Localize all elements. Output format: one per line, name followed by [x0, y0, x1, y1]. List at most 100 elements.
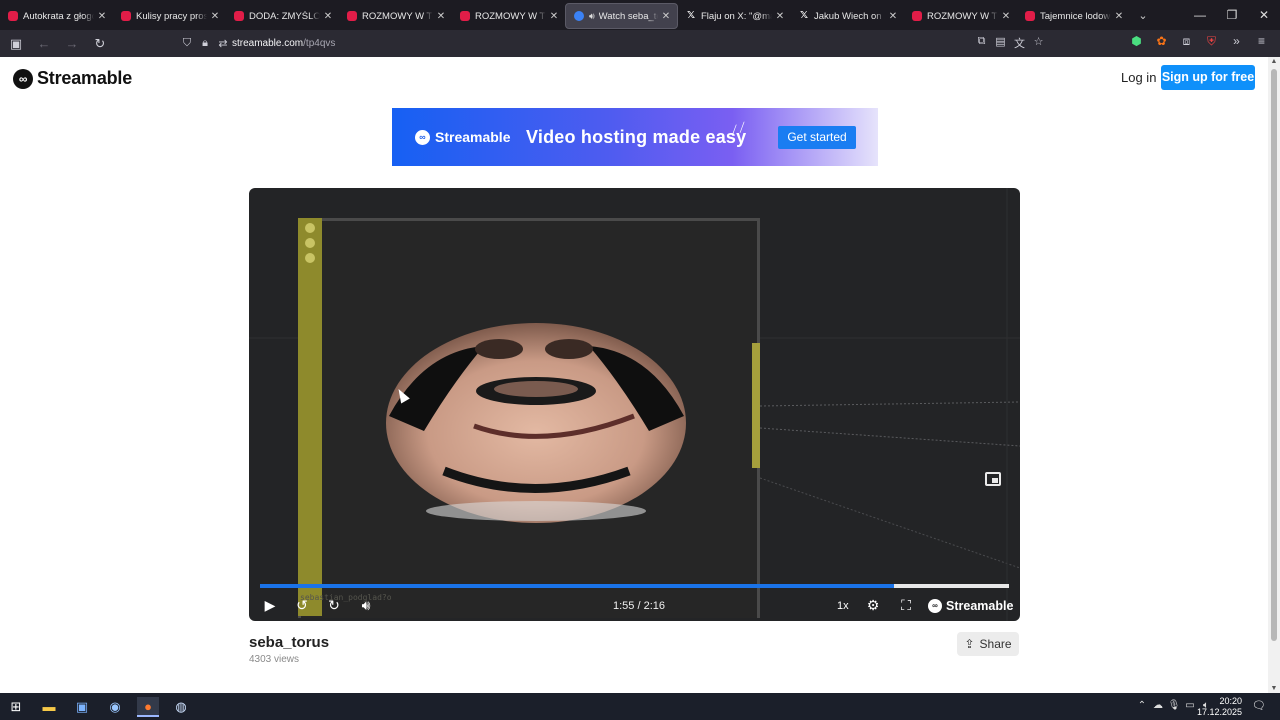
youtube-icon [1025, 11, 1035, 21]
scroll-up-icon[interactable]: ▲ [1268, 58, 1280, 65]
browser-tab[interactable]: 𝕏 Jakub Wiech on X: "Z✕ [791, 3, 904, 29]
settings-gear-icon[interactable]: ⚙ [863, 597, 883, 614]
tab-close-icon[interactable]: ✕ [323, 11, 333, 22]
tray-chevron-icon[interactable]: ⌃ [1134, 700, 1150, 711]
address-bar-actions: ⧉ ▤ 文 ☆ [972, 35, 1048, 51]
tab-close-icon[interactable]: ✕ [1114, 11, 1124, 22]
rewind-10-icon[interactable]: ↺ [292, 597, 312, 614]
player-brand-text: Streamable [946, 599, 1014, 613]
system-clock[interactable]: 20:20 17.12.2025 [1197, 696, 1242, 718]
page-scrollbar[interactable]: ▲ ▼ [1268, 57, 1280, 693]
clock-time: 20:20 [1219, 696, 1242, 706]
browser-tab[interactable]: DODA: ZMYŚLONE Z✕ [226, 3, 339, 29]
ublock-icon[interactable]: ⛨ [1199, 34, 1224, 49]
browser-tab[interactable]: 𝕏 Flaju on X: "@mamic✕ [678, 3, 791, 29]
share-icon: ⇪ [964, 637, 975, 651]
youtube-icon [8, 11, 18, 21]
tab-close-icon[interactable]: ✕ [888, 11, 898, 22]
ad-banner[interactable]: ∞ Streamable Video hosting made easy ⟋⟋ … [392, 108, 878, 166]
minimize-icon[interactable]: — [1184, 0, 1216, 30]
browser-tab[interactable]: 🔊︎Watch seba_torus✕ [565, 3, 678, 29]
firefox-icon[interactable]: ● [137, 697, 159, 717]
progress-bar[interactable] [260, 584, 1009, 588]
forward-10-icon[interactable]: ↻ [324, 597, 344, 614]
tab-audio-icon[interactable]: 🔊︎ [589, 11, 595, 22]
tab-label: Flaju on X: "@mamic [701, 10, 772, 22]
browser-tab[interactable]: ROZMOWY W TOKU✕ [339, 3, 452, 29]
browser-tab[interactable]: Autokrata z głogowski✕ [0, 3, 113, 29]
restore-icon[interactable]: ❐ [1216, 0, 1248, 30]
tab-label: Jakub Wiech on X: "Z [814, 10, 885, 22]
lock-icon[interactable]: 🔒︎ [196, 37, 214, 50]
tab-label: ROZMOWY W TOKU [475, 10, 546, 22]
video-player[interactable]: sebastian_podglad?o ▶ ↺ ↻ 🔊︎ 1:55 / 2:16… [249, 188, 1020, 621]
browser-tab[interactable]: ROZMOWY W TOKU✕ [452, 3, 565, 29]
picture-in-picture-icon[interactable] [985, 472, 1001, 486]
notification-icon[interactable]: 🗨︎ [1252, 699, 1266, 712]
pip-toggle-icon[interactable]: ⧉ [972, 35, 991, 51]
tab-close-icon[interactable]: ✕ [549, 11, 559, 22]
tab-close-icon[interactable]: ✕ [436, 11, 446, 22]
control-panel-icon[interactable]: ▣ [71, 697, 93, 717]
reader-view-icon[interactable]: ▤ [991, 35, 1010, 51]
app-icon[interactable]: ◍ [170, 697, 192, 717]
editor-side-toolbar [298, 218, 322, 616]
tab-close-icon[interactable]: ✕ [210, 11, 220, 22]
back-icon[interactable]: ← [32, 34, 56, 54]
tab-close-icon[interactable]: ✕ [661, 11, 671, 22]
login-link[interactable]: Log in [1121, 70, 1156, 85]
browser-tab[interactable]: Tajemnice lodowca✕ [1017, 3, 1130, 29]
clock-date: 17.12.2025 [1196, 707, 1242, 717]
windows-taskbar: ⊞ ▬ ▣ ◉ ● ◍ ⌃ ☁ 🎙︎ ▭ 🔈︎ 20:20 17.12.2025… [0, 693, 1280, 720]
x-icon: 𝕏 [686, 10, 696, 21]
file-explorer-icon[interactable]: ▬ [38, 697, 60, 717]
reload-icon[interactable]: ↻ [88, 34, 112, 54]
signup-button[interactable]: Sign up for free [1161, 65, 1255, 90]
browser-tab[interactable]: ROZMOWY W TOKU✕ [904, 3, 1017, 29]
windows-start-icon[interactable]: ⊞ [5, 697, 27, 717]
scroll-down-icon[interactable]: ▼ [1268, 685, 1280, 692]
banner-logo: ∞ Streamable [415, 129, 510, 145]
share-button[interactable]: ⇪ Share [957, 632, 1019, 656]
play-icon[interactable]: ▶ [260, 597, 280, 614]
banner-logo-icon: ∞ [415, 129, 430, 145]
share-label: Share [979, 637, 1012, 651]
editor-right-bar [752, 343, 760, 468]
cloud-icon[interactable]: ☁ [1150, 700, 1166, 711]
view-count: 4303 views [249, 654, 300, 665]
vpn-extension-icon[interactable]: ⬢ [1124, 34, 1149, 49]
translate-icon[interactable]: 文 [1010, 35, 1029, 51]
sidebar-toggle-icon[interactable]: ▣ [4, 34, 28, 54]
scrollbar-thumb[interactable] [1271, 69, 1277, 641]
extensions-puzzle-icon[interactable]: ⧈ [1174, 34, 1199, 49]
tab-close-icon[interactable]: ✕ [97, 11, 107, 22]
toolbar-tool-icon [305, 253, 315, 263]
close-window-icon[interactable]: ✕ [1248, 0, 1280, 30]
network-icon[interactable]: ▭ [1182, 700, 1198, 711]
toolbar-tool-icon [305, 223, 315, 233]
fullscreen-icon[interactable]: ⛶ [896, 597, 916, 614]
menu-icon[interactable]: ≡ [1249, 34, 1274, 49]
microphone-icon[interactable]: 🎙︎ [1166, 700, 1182, 711]
player-brand-link[interactable]: ∞ Streamable [928, 599, 1013, 613]
streamable-logo[interactable]: ∞ Streamable [13, 68, 132, 89]
tab-label: ROZMOWY W TOKU [927, 10, 998, 22]
extension-icon[interactable]: ✿ [1149, 34, 1174, 49]
tab-list-chevron-icon[interactable]: ⌄ [1130, 9, 1156, 22]
volume-icon[interactable]: 🔊︎ [356, 597, 376, 614]
logo-text: Streamable [37, 68, 133, 88]
browser-tab[interactable]: Kulisy pracy prostytut✕ [113, 3, 226, 29]
address-bar[interactable]: ⛉ 🔒︎ ⇄ streamable.com/tp4qvs [178, 33, 1050, 54]
tab-label: Autokrata z głogowski [23, 10, 94, 22]
get-started-button[interactable]: Get started [778, 126, 856, 149]
overflow-chevron-icon[interactable]: » [1224, 34, 1249, 49]
tab-close-icon[interactable]: ✕ [775, 11, 785, 22]
forward-icon[interactable]: → [60, 34, 84, 54]
tab-close-icon[interactable]: ✕ [1001, 11, 1011, 22]
bookmark-star-icon[interactable]: ☆ [1029, 35, 1048, 51]
site-info-icon[interactable]: ⇄ [214, 37, 232, 50]
steam-icon[interactable]: ◉ [104, 697, 126, 717]
shield-icon[interactable]: ⛉ [178, 37, 196, 50]
youtube-icon [234, 11, 244, 21]
playback-speed[interactable]: 1x [837, 600, 849, 612]
